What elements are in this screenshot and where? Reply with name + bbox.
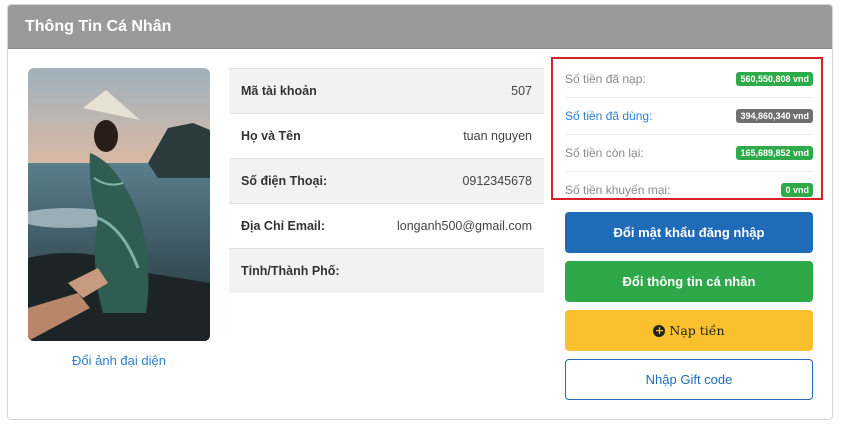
plus-circle-icon: +: [653, 323, 666, 337]
balance-label: Số tiền khuyến mại:: [565, 183, 671, 197]
balance-row-used[interactable]: Số tiền đã dùng: 394,860,340 vnd: [565, 98, 813, 135]
info-row-email: Địa Chỉ Email: longanh500@gmail.com: [229, 203, 544, 248]
amount-badge: 165,689,852 vnd: [736, 146, 813, 160]
info-key: Số điện Thoại:: [241, 174, 328, 188]
info-key: Họ và Tên: [241, 129, 301, 143]
info-key: Tỉnh/Thành Phố:: [241, 264, 340, 278]
info-row-province: Tỉnh/Thành Phố:: [229, 248, 544, 293]
info-key: Địa Chỉ Email:: [241, 219, 326, 233]
change-info-button[interactable]: Đổi thông tin cá nhân: [565, 261, 813, 302]
balance-label[interactable]: Số tiền đã dùng:: [565, 109, 652, 123]
info-table: Mã tài khoản 507 Họ và Tên tuan nguyen S…: [229, 68, 544, 293]
balance-label: Số tiền còn lại:: [565, 146, 644, 160]
info-row-account-id: Mã tài khoản 507: [229, 68, 544, 113]
info-row-full-name: Họ và Tên tuan nguyen: [229, 113, 544, 158]
giftcode-button[interactable]: Nhập Gift code: [565, 359, 813, 400]
amount-badge: 0 vnd: [781, 183, 813, 197]
info-value: longanh500@gmail.com: [397, 219, 532, 233]
info-key: Mã tài khoản: [241, 84, 317, 98]
info-value: 507: [511, 84, 532, 98]
amount-badge: 394,860,340 vnd: [736, 109, 813, 123]
info-value: 0912345678: [462, 174, 532, 188]
change-avatar-link[interactable]: Đổi ảnh đại diện: [28, 353, 210, 368]
avatar: [28, 68, 210, 341]
profile-panel: Thông Tin Cá Nhân Đổi ảnh đại diện Mã tà…: [7, 4, 833, 420]
balance-row-promo: Số tiền khuyến mại: 0 vnd: [565, 172, 813, 208]
panel-title: Thông Tin Cá Nhân: [8, 5, 832, 49]
info-value: tuan nguyen: [463, 129, 532, 143]
info-row-phone: Số điện Thoại: 0912345678: [229, 158, 544, 203]
topup-button[interactable]: + Nạp tiền: [565, 310, 813, 351]
amount-badge: 560,550,808 vnd: [736, 72, 813, 86]
balance-row-deposited: Số tiền đã nạp: 560,550,808 vnd: [565, 61, 813, 98]
balance-label: Số tiền đã nạp:: [565, 72, 646, 86]
topup-label: Nạp tiền: [669, 323, 725, 338]
avatar-photo: [28, 68, 210, 341]
change-password-button[interactable]: Đổi mật khẩu đăng nhập: [565, 212, 813, 253]
balance-summary: Số tiền đã nạp: 560,550,808 vnd Số tiền …: [551, 57, 823, 200]
balance-row-remaining: Số tiền còn lại: 165,689,852 vnd: [565, 135, 813, 172]
